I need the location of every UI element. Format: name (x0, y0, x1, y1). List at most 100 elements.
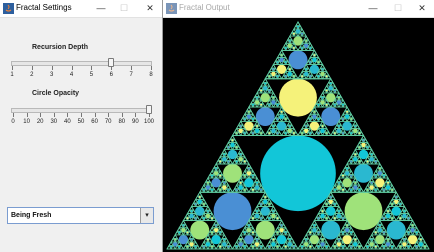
fractal-triangle (352, 120, 358, 126)
circle-opacity-tick-label: 10 (23, 119, 30, 125)
fractal-triangle (414, 227, 420, 232)
fractal-triangle (197, 191, 203, 197)
fractal-triangle (201, 241, 207, 246)
fractal-canvas (166, 21, 430, 250)
fractal-triangle (364, 141, 371, 147)
fractal-triangle (201, 198, 207, 204)
fractal-circle (321, 107, 341, 127)
fractal-triangle (283, 227, 289, 232)
fractal-triangle (233, 141, 240, 147)
fractal-triangle (315, 99, 322, 104)
fractal-triangle (205, 177, 211, 182)
fractal-triangle (287, 35, 293, 41)
fractal-triangle (262, 78, 268, 83)
fractal-triangle (246, 163, 252, 168)
recursion-depth-label: Recursion Depth (32, 44, 89, 51)
fractal-triangle (348, 156, 354, 161)
fractal-triangle (217, 156, 223, 161)
fractal-circle (279, 78, 317, 117)
output-titlebar[interactable]: Fractal Output — ☐ ✕ (163, 0, 434, 18)
fractal-triangle (336, 205, 342, 211)
fractal-triangle (225, 141, 232, 147)
fractal-triangle (340, 99, 346, 104)
recursion-depth-tick (111, 66, 113, 70)
fractal-triangle (270, 63, 277, 69)
fractal-triangle (356, 141, 363, 147)
fractal-triangle (266, 127, 272, 133)
fractal-triangle (389, 198, 395, 204)
fractal-triangle (274, 56, 281, 62)
fractal-triangle (221, 234, 227, 239)
circle-opacity-label: Circle Opacity (32, 90, 80, 97)
recursion-depth-tick (51, 66, 53, 70)
fractal-triangle (213, 163, 219, 168)
circle-opacity-tick (40, 113, 42, 117)
circle-opacity-tick-label: 100 (143, 119, 155, 125)
fractal-triangle (250, 227, 256, 232)
fractal-triangle (332, 85, 338, 90)
fractal-triangle (299, 28, 305, 33)
fractal-triangle (389, 241, 395, 246)
fractal-triangle (225, 241, 232, 246)
fractal-triangle (344, 106, 350, 112)
fractal-triangle (352, 234, 358, 239)
fractal-triangle (373, 227, 379, 232)
fractal-triangle (246, 106, 252, 112)
close-button[interactable]: ✕ (415, 1, 429, 15)
fractal-triangle (291, 127, 297, 133)
fractal-triangle (283, 42, 289, 48)
fractal-triangle (250, 113, 256, 119)
recursion-depth-tick (151, 66, 152, 70)
fractal-triangle (238, 120, 244, 126)
fractal-triangle (348, 227, 354, 232)
fractal-triangle (291, 28, 297, 33)
fractal-triangle (303, 234, 309, 239)
color-mode-dropdown[interactable]: Being Fresh ▾ (7, 207, 154, 224)
fractal-triangle (299, 241, 305, 246)
fractal-triangle (274, 212, 281, 218)
fractal-triangle (324, 70, 330, 76)
fractal-triangle (385, 205, 391, 211)
fractal-triangle (217, 170, 223, 175)
settings-window: Fractal Settings — ☐ ✕ Recursion Depth 1… (0, 0, 163, 252)
circle-opacity-tick (67, 113, 69, 117)
fractal-triangle (315, 56, 322, 62)
fractal-triangle (336, 177, 342, 182)
output-title: Fractal Output (179, 3, 230, 12)
fractal-triangle (221, 148, 227, 154)
fractal-triangle (377, 163, 383, 168)
output-window: Fractal Output — ☐ ✕ (163, 0, 434, 252)
fractal-triangle (385, 177, 391, 182)
circle-opacity-tick-label: 40 (64, 119, 71, 125)
fractal-triangle (266, 241, 272, 246)
fractal-circle (354, 163, 373, 183)
fractal-circle (223, 163, 242, 183)
chevron-down-icon[interactable]: ▾ (140, 208, 153, 223)
fractal-triangle (319, 205, 326, 211)
minimize-button[interactable]: — (366, 1, 380, 15)
fractal-triangle (405, 227, 412, 232)
fractal-triangle (205, 205, 211, 211)
fractal-triangle (315, 113, 322, 119)
maximize-button: ☐ (393, 3, 403, 13)
fractal-triangle (168, 241, 174, 246)
circle-opacity-tick (108, 113, 110, 117)
close-button[interactable]: ✕ (143, 1, 157, 15)
fractal-triangle (319, 92, 326, 97)
circle-opacity-tick-label: 30 (50, 119, 58, 125)
fractal-triangle (258, 241, 264, 246)
fractal-triangle (188, 205, 195, 211)
maximize-button: ☐ (119, 3, 129, 13)
fractal-circle (321, 220, 341, 240)
fractal-triangle (254, 92, 260, 97)
minimize-button[interactable]: — (94, 1, 108, 15)
fractal-triangle (303, 120, 309, 126)
fractal-triangle (340, 113, 346, 119)
fractal-triangle (233, 184, 240, 190)
fractal-triangle (287, 234, 293, 239)
fractal-triangle (242, 227, 248, 232)
fractal-triangle (229, 134, 236, 140)
settings-titlebar[interactable]: Fractal Settings — ☐ ✕ (0, 0, 162, 18)
circle-opacity-tick (26, 113, 28, 117)
fractal-triangle (332, 241, 338, 246)
